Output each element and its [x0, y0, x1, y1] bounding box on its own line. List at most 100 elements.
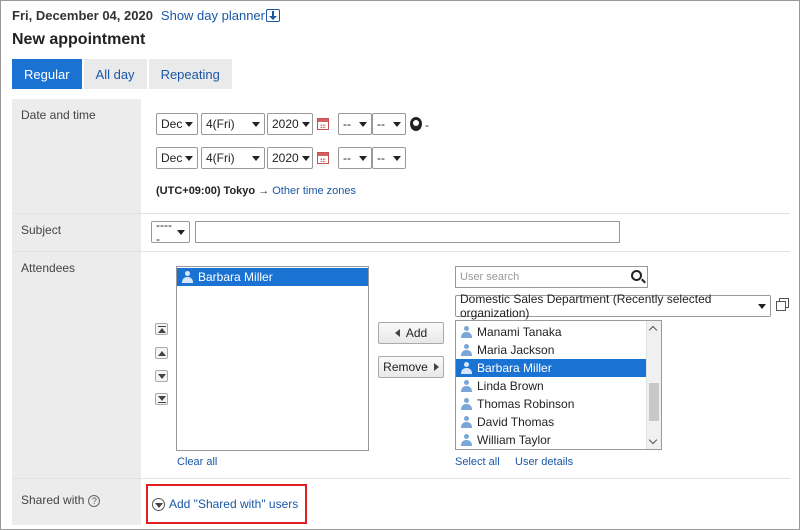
clear-all-link[interactable]: Clear all — [177, 456, 217, 468]
bar-icon — [158, 402, 166, 403]
end-minute-value: -- — [377, 151, 385, 165]
end-day-select[interactable]: 4(Fri) — [201, 147, 265, 169]
subject-label-text: Subject — [21, 223, 62, 237]
subject-menu-value: ----- — [156, 218, 172, 246]
chevron-down-icon — [252, 155, 260, 161]
show-day-planner-link[interactable]: Show day planner — [161, 8, 265, 23]
arrow-up-icon — [158, 351, 166, 356]
candidate-name: Maria Jackson — [477, 343, 555, 357]
calendar-icon[interactable] — [317, 152, 329, 164]
date-time-label: Date and time — [12, 99, 141, 213]
add-shared-with-label: Add "Shared with" users — [169, 497, 299, 511]
add-button[interactable]: Add — [378, 322, 444, 344]
list-item[interactable]: David Thomas — [456, 413, 661, 431]
calendar-icon[interactable] — [317, 118, 329, 130]
end-month-select[interactable]: Dec — [156, 147, 198, 169]
list-item[interactable]: Maria Jackson — [456, 341, 661, 359]
organization-value: Domestic Sales Department (Recently sele… — [460, 292, 712, 320]
organization-select[interactable]: Domestic Sales Department (Recently sele… — [455, 292, 771, 320]
user-icon — [461, 362, 472, 374]
subject-menu-select[interactable]: ----- — [151, 218, 190, 246]
move-down-button[interactable] — [155, 370, 168, 382]
chevron-down-icon[interactable] — [648, 435, 658, 445]
date-time-label-text: Date and time — [21, 108, 96, 122]
chevron-down-icon — [393, 155, 401, 161]
user-icon — [461, 416, 472, 428]
search-icon[interactable] — [631, 270, 642, 281]
user-icon — [461, 434, 472, 446]
add-button-label: Add — [405, 326, 428, 340]
end-year-value: 2020 — [272, 151, 299, 165]
select-all-link[interactable]: Select all — [455, 456, 500, 468]
row-divider — [12, 478, 790, 479]
download-arrow-icon[interactable] — [266, 8, 280, 22]
move-up-button[interactable] — [155, 347, 168, 359]
start-minute-value: -- — [377, 117, 385, 131]
arrow-left-icon — [394, 329, 400, 337]
open-window-icon[interactable] — [776, 298, 789, 311]
start-year-select[interactable]: 2020 — [267, 113, 313, 135]
tab-all-day[interactable]: All day — [83, 59, 147, 89]
appointment-type-tabs: Regular All day Repeating — [12, 59, 234, 89]
start-day-select[interactable]: 4(Fri) — [201, 113, 265, 135]
expand-circle-icon — [152, 497, 165, 511]
chevron-up-icon[interactable] — [648, 325, 658, 335]
clock-icon[interactable] — [410, 117, 422, 131]
user-icon — [461, 344, 472, 356]
user-icon — [182, 271, 193, 283]
end-hour-value: -- — [343, 151, 351, 165]
arrow-down-icon — [158, 374, 166, 379]
attendees-label-text: Attendees — [21, 261, 76, 275]
bar-icon — [158, 326, 166, 327]
list-item[interactable]: Barbara Miller — [177, 268, 368, 286]
range-dash: - — [425, 118, 429, 132]
candidate-name: Linda Brown — [477, 379, 544, 393]
help-icon[interactable]: ? — [88, 494, 101, 507]
page-title: New appointment — [12, 31, 146, 48]
other-time-zones-link[interactable]: Other time zones — [272, 185, 356, 197]
list-item[interactable]: Thomas Robinson — [456, 395, 661, 413]
tab-regular[interactable]: Regular — [12, 59, 82, 89]
start-minute-select[interactable]: -- — [372, 113, 406, 135]
list-item[interactable]: Linda Brown — [456, 377, 661, 395]
scroll-thumb[interactable] — [649, 383, 659, 421]
chevron-down-icon — [301, 155, 310, 161]
end-year-select[interactable]: 2020 — [267, 147, 313, 169]
candidate-name: William Taylor — [477, 433, 551, 447]
start-year-value: 2020 — [272, 117, 299, 131]
chevron-down-icon — [359, 155, 367, 161]
user-details-link[interactable]: User details — [515, 456, 573, 468]
candidate-name: Barbara Miller — [477, 361, 552, 375]
end-hour-select[interactable]: -- — [338, 147, 372, 169]
subject-input[interactable] — [195, 221, 620, 243]
end-day-value: 4(Fri) — [206, 151, 235, 165]
end-minute-select[interactable]: -- — [372, 147, 406, 169]
selected-attendees-list[interactable]: Barbara Miller — [176, 266, 369, 451]
chevron-down-icon — [359, 121, 367, 127]
row-divider — [12, 213, 790, 214]
start-day-value: 4(Fri) — [206, 117, 235, 131]
start-month-select[interactable]: Dec — [156, 113, 198, 135]
move-to-bottom-button[interactable] — [155, 393, 168, 405]
add-shared-with-users-link[interactable]: Add "Shared with" users — [152, 497, 298, 511]
start-month-value: Dec — [161, 117, 183, 131]
timezone-line: (UTC+09:00) Tokyo → Other time zones — [156, 185, 356, 197]
date-header: Fri, December 04, 2020 Show day planner — [12, 7, 280, 23]
candidate-users-list[interactable]: Manami Tanaka Maria Jackson Barbara Mill… — [455, 320, 662, 450]
current-date: Fri, December 04, 2020 — [12, 7, 153, 23]
tab-repeating[interactable]: Repeating — [148, 59, 232, 89]
chevron-down-icon — [393, 121, 401, 127]
list-item[interactable]: William Taylor — [456, 431, 661, 449]
move-to-top-button[interactable] — [155, 323, 168, 335]
list-item[interactable]: Barbara Miller — [456, 359, 646, 377]
list-item[interactable]: Manami Tanaka — [456, 323, 661, 341]
remove-button[interactable]: Remove — [378, 356, 444, 378]
scrollbar[interactable] — [646, 321, 661, 449]
chevron-down-icon — [758, 303, 766, 309]
start-hour-select[interactable]: -- — [338, 113, 372, 135]
search-placeholder: User search — [460, 271, 520, 283]
subject-label: Subject — [12, 214, 141, 251]
user-search-input[interactable]: User search — [455, 266, 648, 288]
arrow-right-icon: → — [258, 185, 270, 197]
candidate-name: Thomas Robinson — [477, 397, 575, 411]
